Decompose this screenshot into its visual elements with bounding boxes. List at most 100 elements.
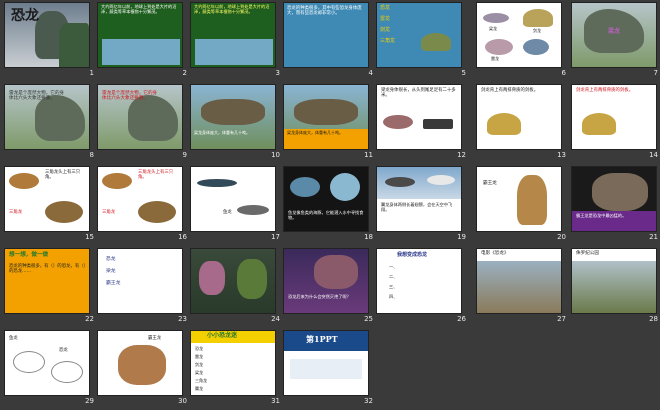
slide-thumbnail[interactable]: 霸王龙: [476, 166, 562, 232]
skeleton-icon: [51, 361, 83, 383]
slide-number: 20: [557, 233, 566, 241]
slide-thumbnail[interactable]: 小小恐龙迷 恐龙 雷龙 剑龙 梁龙 三角龙 翼龙: [190, 330, 276, 396]
label: 三角龙: [380, 38, 396, 44]
ichthyosaur-icon: [197, 179, 237, 187]
slide-number: 23: [178, 315, 187, 323]
pterosaur-icon: [237, 205, 269, 215]
slide-thumbnail[interactable]: 三角龙头上有三只角。 三角龙: [97, 166, 183, 232]
trex-icon: [517, 175, 547, 225]
slide-number: 18: [364, 233, 373, 241]
triceratops-icon: [523, 39, 549, 55]
slide-thumbnail[interactable]: 翼龙身体两侧长着翅膀，会在天空中飞翔。: [376, 166, 462, 232]
trex-icon: [592, 173, 648, 211]
slide-thumbnail[interactable]: 三角龙头上有三只角。 三角龙: [4, 166, 90, 232]
slide-thumbnail[interactable]: 侏罗纪公园: [571, 248, 657, 314]
dinosaur-icon: [383, 115, 413, 129]
slide-thumbnail[interactable]: 大约两亿年以前，地球上到处是大片的沼泽，蕨类等草本植物十分繁茂。: [97, 2, 183, 68]
slide-thumbnail[interactable]: 大约两亿年以前，地球上到处是大片的沼泽，蕨类等草本植物十分繁茂。: [190, 2, 276, 68]
slide-text: 梁龙身体很长，从头到尾足足有二十多米。: [381, 88, 456, 98]
table-row: 剑龙: [195, 362, 203, 367]
slide-thumbnail[interactable]: 恐龙后来为什么会突然灭绝了呢？: [283, 248, 369, 314]
slide-text: 剑龙背上有两排骨质的剑板。: [481, 88, 539, 93]
content-block: [290, 359, 362, 379]
slide-thumbnail[interactable]: 雷龙是个庞然大物，它的身体比六头大象还要重。: [4, 84, 90, 150]
slide-number: 10: [271, 151, 280, 159]
sauropod-icon: [201, 99, 265, 125]
label: 鱼龙: [9, 336, 18, 341]
brontosaurus-icon: [485, 39, 513, 55]
slide-number: 31: [271, 397, 280, 405]
slide-text: 大约两亿年以前，地球上到处是大片的沼泽，蕨类等草本植物十分繁茂。: [101, 4, 177, 14]
slide-number: 27: [557, 315, 566, 323]
slide-title: 小小恐龙迷: [207, 332, 238, 339]
label: 三角龙: [102, 210, 116, 215]
slide-text: 雷龙是个庞然大物，它的身体比六头大象还要重。: [9, 91, 65, 102]
slide-thumbnail[interactable]: 雷龙是个庞然大物，它的身体比六头大象还要重。: [97, 84, 183, 150]
trex-icon: [314, 255, 358, 289]
list-item: 三、: [389, 284, 398, 289]
slide-number: 30: [178, 397, 187, 405]
stegosaurus-icon: [582, 113, 616, 135]
slide-number: 28: [649, 315, 658, 323]
slide-thumbnail[interactable]: 鱼龙: [190, 166, 276, 232]
label: 鱼龙: [223, 210, 232, 215]
slide-thumbnail[interactable]: 霸王龙是恐龙中最凶猛的。: [571, 166, 657, 232]
slide-thumbnail[interactable]: 梁龙: [571, 2, 657, 68]
slide-thumbnail[interactable]: 梁龙身体很长，从头到尾足足有二十多米。: [376, 84, 462, 150]
slide-title: 我想变成恐龙: [397, 252, 428, 258]
label: 三角龙: [9, 210, 23, 215]
slide-thumbnail[interactable]: [190, 248, 276, 314]
slide-title: 想一想，做一做: [9, 252, 49, 258]
sea-background: [377, 3, 461, 67]
label: 恐龙: [380, 5, 391, 11]
diplodocus-icon: [483, 13, 509, 23]
list-item: 一、: [389, 264, 398, 269]
label: 霸王龙: [148, 336, 162, 341]
landscape-icon: [572, 261, 656, 313]
dinosaur-icon: [237, 259, 267, 299]
slide-number: 19: [457, 233, 466, 241]
label: 梁龙: [489, 26, 497, 31]
slide-thumbnail[interactable]: 梁龙身体庞大，体重有几十吨。: [190, 84, 276, 150]
slide-number: 4: [368, 69, 373, 77]
stegosaurus-icon: [421, 33, 451, 51]
triceratops-icon: [45, 201, 83, 223]
slide-thumbnail[interactable]: 霸王龙: [97, 330, 183, 396]
slide-number: 17: [271, 233, 280, 241]
line-item: 霸王龙: [106, 281, 121, 286]
slide-thumbnail[interactable]: 鱼龙像鱼类的海豚，它能潜入水中寻找食物。: [283, 166, 369, 232]
slide-thumbnail[interactable]: 恐龙的种类很多，其中有些恐龙身体庞大，而有些恐龙却非常小。: [283, 2, 369, 68]
label: 恐龙: [59, 348, 68, 353]
slide-number: 6: [561, 69, 566, 77]
slide-text: 霸王龙是恐龙中最凶猛的。: [576, 213, 627, 218]
table-row: 三角龙: [195, 378, 207, 383]
slide-text: 鱼龙像鱼类的海豚，它能潜入水中寻找食物。: [288, 210, 364, 220]
slide-thumbnail[interactable]: 第1PPT: [283, 330, 369, 396]
list-item: 二、: [389, 274, 398, 279]
slide-text: 三角龙头上有三只角。: [138, 170, 174, 180]
slide-number: 12: [457, 151, 466, 159]
slide-number: 15: [85, 233, 94, 241]
slide-thumbnail[interactable]: 剑龙背上有两排骨质的剑板。: [571, 84, 657, 150]
slide-thumbnail[interactable]: 剑龙背上有两排骨质的剑板。: [476, 84, 562, 150]
slide-thumbnail[interactable]: 剑龙 梁龙 雷龙: [476, 2, 562, 68]
landscape-icon: [477, 261, 561, 313]
label: 剑龙: [380, 27, 391, 33]
slide-title: 侏罗纪公园: [576, 251, 599, 256]
trex-icon: [118, 345, 166, 385]
slide-thumbnail[interactable]: 恐龙: [4, 2, 90, 68]
slide-text: 三角龙头上有三只角。: [45, 170, 81, 180]
table-row: 雷龙: [195, 354, 203, 359]
slide-thumbnail[interactable]: 恐龙 雷龙 剑龙 三角龙: [376, 2, 462, 68]
slide-thumbnail[interactable]: 想一想，做一做 恐龙的种类很多，有（）的恐龙，有（）的恐龙……: [4, 248, 90, 314]
slide-thumbnail[interactable]: 恐龙 梁龙 霸王龙: [97, 248, 183, 314]
slide-thumbnail[interactable]: 我想变成恐龙 一、 二、 三、 四、: [376, 248, 462, 314]
slide-number: 14: [649, 151, 658, 159]
slide-text: 雷龙是个庞然大物，它的身体比六头大象还要重。: [102, 91, 158, 102]
slide-thumbnail[interactable]: 鱼龙 恐龙: [4, 330, 90, 396]
slide-number: 21: [649, 233, 658, 241]
slide-thumbnail[interactable]: 梁龙身体庞大，体重有几十吨。: [283, 84, 369, 150]
slide-thumbnail[interactable]: 电影《恐龙》: [476, 248, 562, 314]
slide-number: 11: [364, 151, 373, 159]
slide-number: 3: [275, 69, 280, 77]
